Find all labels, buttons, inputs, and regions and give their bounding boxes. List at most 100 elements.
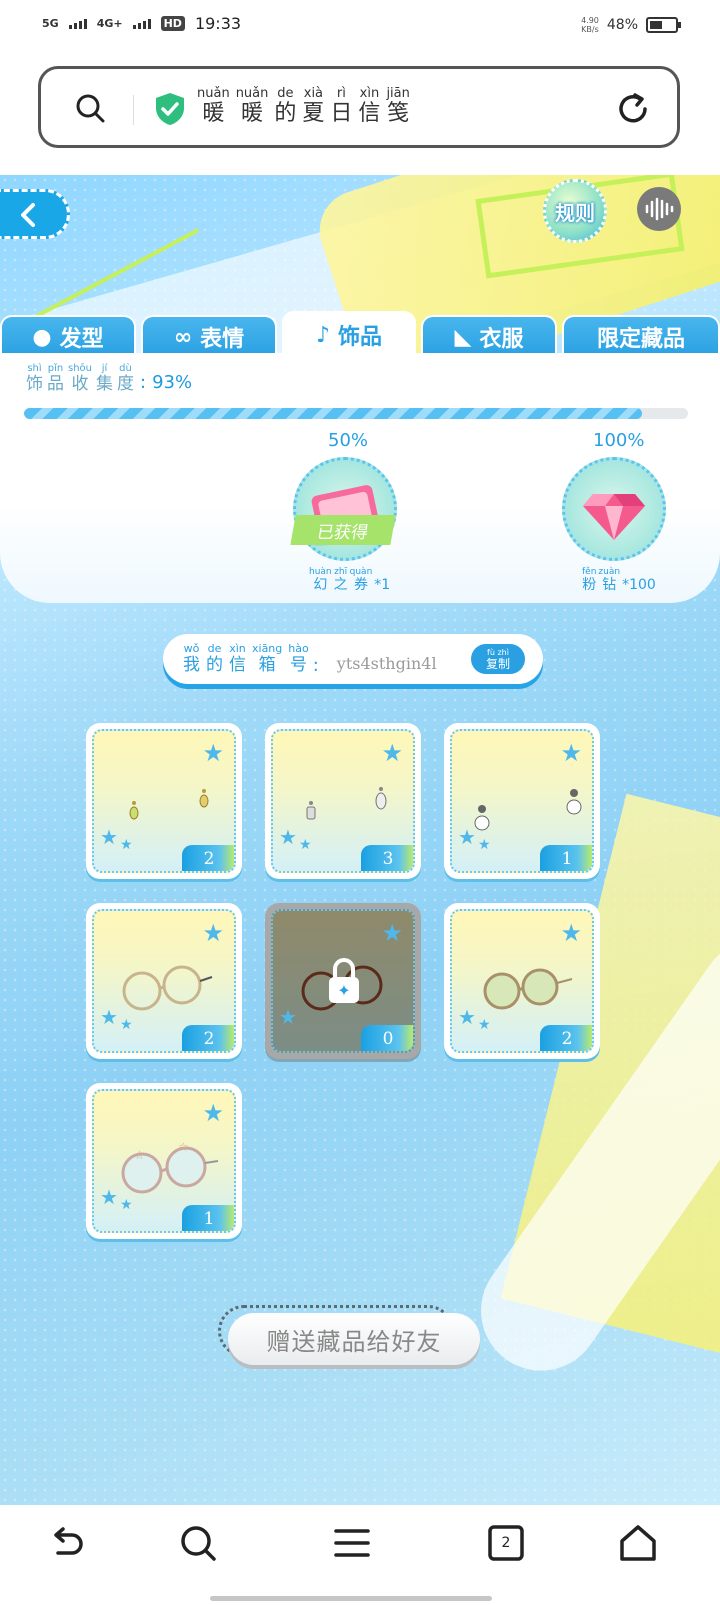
progress-fill — [24, 408, 642, 419]
sound-button[interactable] — [637, 187, 681, 231]
item-card-glasses-tinted[interactable]: ★ ★ ★ 2 — [444, 903, 600, 1059]
reward-char: huàn 幻 — [309, 567, 332, 593]
tab-label: 衣服 — [479, 327, 524, 352]
item-count: 1 — [540, 845, 592, 871]
item-card-glasses-star[interactable]: ★ ★ ★ ☆ ☆ 1 — [86, 1083, 242, 1239]
home-indicator — [210, 1596, 492, 1601]
svg-text:✦: ✦ — [337, 981, 350, 1000]
net-speed: 4.90 KB/s — [581, 16, 599, 34]
net-speed-unit: KB/s — [581, 25, 599, 34]
copy-label: 复制 — [485, 656, 510, 671]
tab-limited[interactable]: 限定藏品 — [562, 315, 720, 357]
tab-label: 限定藏品 — [596, 327, 685, 352]
tab-hairstyle[interactable]: ● 发型 — [0, 315, 136, 357]
milestone-50-reward-label: huàn 幻 zhī 之 quàn 券 *1 — [309, 567, 390, 593]
home-icon[interactable] — [618, 1523, 658, 1563]
network-5g: 5G — [42, 17, 59, 30]
reward-char: fěn 粉 — [582, 567, 597, 593]
title-char: rì 日 — [330, 86, 353, 127]
page-title: nuǎn 暖 nuǎn 暖 de 的 xià 夏 rì 日 xìn 信 jiān 笺 — [197, 87, 410, 127]
sound-wave-icon — [645, 197, 674, 221]
progress-label-char: jí 集 — [96, 363, 114, 394]
tab-label: 发型 — [59, 327, 104, 352]
item-count: 0 — [361, 1025, 413, 1051]
tab-clothes[interactable]: ◣ 衣服 — [421, 315, 557, 357]
mailbox-label-char: hào 号 — [288, 642, 309, 676]
back-icon[interactable] — [46, 1523, 86, 1563]
item-card-glasses-round-gold[interactable]: ★ ★ ★ 2 — [86, 903, 242, 1059]
mailbox-id-field: wǒ 我 de 的 xìn 信 xiāng 箱 hào 号 : yts4sthgin4l fù z… — [163, 634, 543, 684]
title-char: nuǎn 暖 — [197, 86, 230, 127]
back-button[interactable] — [0, 189, 70, 239]
tabs-button[interactable]: 2 — [486, 1523, 526, 1563]
category-tabs: ● 发型 ∞ 表情 ♪ 饰品 ◣ 衣服 限定藏品 — [0, 311, 720, 357]
shoe-icon: ◣ — [454, 324, 472, 350]
hd-badge: HD — [160, 16, 185, 31]
collection-progress-label: shì 饰 pǐn 品 shōu 收 jí 集 dù 度 : 93% — [26, 363, 192, 394]
milestone-100-percent: 100% — [593, 430, 645, 451]
clock: 19:33 — [194, 14, 242, 33]
game-canvas: 规则 ● 发型 ∞ 表情 ♪ 饰品 ◣ 衣服 限定藏品 shì 饰 pǐn 品 shōu 收 jí 集… — [0, 175, 720, 1505]
shield-check-icon — [156, 93, 184, 125]
item-card-earring-pearl[interactable]: ★ ★ ★ 1 — [444, 723, 600, 879]
mailbox-code: yts4sthgin4l — [336, 653, 437, 673]
item-card-earring-silver[interactable]: ★ ★ ★ 3 — [265, 723, 421, 879]
status-bar: 5G 4G+ HD 19:33 4.90 KB/s 48% — [0, 0, 720, 60]
reward-char: zuàn 钻 — [598, 567, 621, 593]
gift-to-friend-button[interactable]: 赠送藏品给好友 — [228, 1313, 480, 1365]
item-count: 2 — [182, 1025, 234, 1051]
milestone-50-percent: 50% — [328, 430, 369, 451]
copy-pinyin: fù zhì — [487, 647, 509, 657]
item-count: 1 — [182, 1205, 234, 1231]
collection-panel: shì 饰 pǐn 品 shōu 收 jí 集 dù 度 : 93% 50% 已获得 huàn 幻 z… — [0, 353, 720, 603]
progress-label-char: shì 饰 — [26, 363, 43, 394]
net-speed-value: 4.90 — [581, 16, 599, 25]
title-char: xìn 信 — [358, 86, 381, 127]
item-card-earring-gold[interactable]: ★ ★ ★ 2 — [86, 723, 242, 879]
signal-icon — [68, 18, 87, 29]
rules-button[interactable]: 规则 — [543, 179, 607, 243]
colon: : — [312, 654, 319, 676]
reward-char: zhī 之 — [333, 567, 348, 593]
tabs-count: 2 — [501, 1535, 511, 1551]
progress-label-char: shōu 收 — [68, 363, 93, 394]
network-4g: 4G+ — [96, 17, 123, 30]
milestone-50-reward[interactable] — [293, 457, 397, 561]
title-char: xià 夏 — [302, 86, 325, 127]
obtained-badge: 已获得 — [290, 515, 396, 545]
menu-icon[interactable] — [332, 1523, 372, 1563]
progress-label-char: dù 度 — [117, 363, 135, 394]
item-card-glasses-round-dark[interactable]: ★ ★ ✦ 0 — [265, 903, 421, 1059]
item-count: 2 — [540, 1025, 592, 1051]
mailbox-label-char: xìn 信 — [229, 642, 246, 676]
item-count: 2 — [182, 845, 234, 871]
milestone-100-reward[interactable] — [562, 457, 666, 561]
browser-address-bar[interactable]: nuǎn 暖 nuǎn 暖 de 的 xià 夏 rì 日 xìn 信 jiān 笺 — [38, 66, 680, 148]
collection-progress-bar — [24, 408, 688, 419]
search-icon[interactable] — [178, 1523, 218, 1563]
search-icon[interactable] — [75, 93, 105, 123]
signal-icon-2 — [132, 18, 151, 29]
title-char: de 的 — [274, 86, 297, 127]
colon: : — [140, 372, 147, 393]
chevron-left-icon — [21, 203, 35, 227]
copy-button[interactable]: fù zhì 复制 — [471, 644, 525, 674]
svg-text:☆: ☆ — [178, 1140, 189, 1154]
browser-nav-bar: 2 — [0, 1505, 720, 1605]
title-char: nuǎn 暖 — [235, 86, 269, 127]
mailbox-label-char: wǒ 我 — [183, 642, 200, 676]
item-count: 3 — [361, 845, 413, 871]
tab-accessories[interactable]: ♪ 饰品 — [282, 311, 416, 357]
hair-icon: ● — [32, 324, 52, 350]
title-char: jiān 笺 — [386, 86, 410, 127]
tab-expression[interactable]: ∞ 表情 — [141, 315, 277, 357]
refresh-icon[interactable] — [615, 91, 651, 127]
collection-percent: 93% — [152, 372, 193, 393]
tab-label: 饰品 — [338, 325, 383, 350]
reward-count: *1 — [374, 577, 391, 593]
reward-count: *100 — [622, 577, 656, 593]
diamond-icon — [583, 494, 645, 540]
mask-icon: ∞ — [173, 324, 193, 350]
earring-icon: ♪ — [315, 322, 331, 348]
progress-label-char: pǐn 品 — [47, 363, 64, 394]
